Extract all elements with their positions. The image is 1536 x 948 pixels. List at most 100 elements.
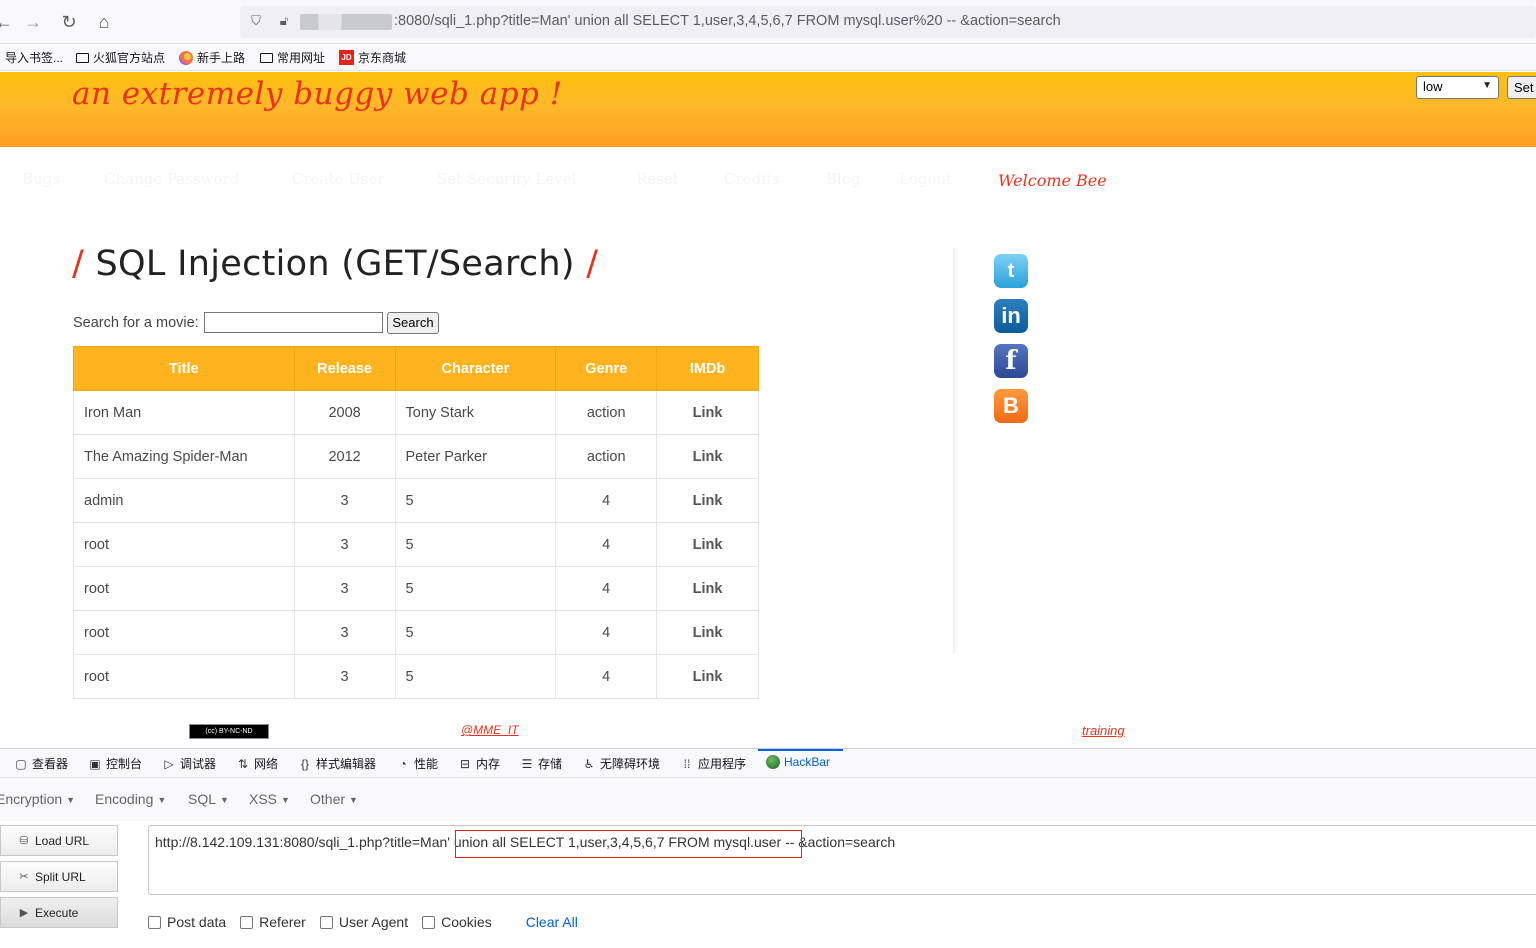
twitter-icon[interactable]: t — [994, 254, 1028, 288]
footer-twitter-link[interactable]: @MME_IT — [461, 723, 519, 737]
url-text[interactable]: :8080/sqli_1.php?title=Man' union all SE… — [394, 13, 1061, 29]
bookmark-import[interactable]: 导入书签... — [5, 49, 63, 66]
imdb-link[interactable]: Link — [656, 566, 759, 611]
checkbox[interactable] — [240, 915, 254, 929]
security-level-select[interactable]: low ▼ — [1416, 76, 1499, 99]
checkbox[interactable] — [422, 915, 436, 929]
tab-application[interactable]: ⁞⁞ 应用程序 — [680, 755, 746, 772]
reload-icon[interactable]: ↻ — [57, 10, 81, 34]
folder-icon — [76, 52, 89, 63]
menu-encryption[interactable]: Encryption ▼ — [0, 791, 75, 807]
option-label: Referer — [259, 914, 306, 930]
bookmark-jd[interactable]: JD 京东商城 — [339, 49, 406, 66]
cell-title: The Amazing Spider-Man — [73, 434, 295, 479]
bookmark-common-sites[interactable]: 常用网址 — [260, 49, 325, 66]
imdb-link[interactable]: Link — [656, 654, 759, 699]
devtools-tabs: ▢ 查看器 ▣ 控制台 ▷ 调试器 ⇅ 网络 {} 样式编辑器 ◔ 性能 ⊟ 内存 ☰ 存储 ♿… — [0, 749, 1536, 778]
cell-release: 3 — [293, 566, 396, 611]
load-url-button[interactable]: ⛁ Load URL — [0, 825, 118, 856]
imdb-link[interactable]: Link — [656, 522, 759, 567]
execute-button[interactable]: ▶ Execute — [0, 897, 118, 928]
bookmark-label: 导入书签... — [5, 51, 64, 65]
movie-table: Title Release Character Genre IMDb Iron … — [73, 346, 759, 699]
tab-label: 性能 — [414, 757, 439, 771]
tab-label: 控制台 — [106, 757, 143, 771]
tab-accessibility[interactable]: ♿︎ 无障碍环境 — [582, 755, 660, 772]
cell-release: 3 — [293, 522, 396, 567]
cell-character: 5 — [394, 522, 557, 567]
search-input[interactable] — [204, 312, 383, 333]
search-button[interactable]: Search — [387, 312, 439, 334]
tab-label: 无障碍环境 — [600, 757, 661, 771]
imdb-link[interactable]: Link — [656, 390, 759, 435]
menu-sql[interactable]: SQL ▼ — [188, 791, 229, 807]
imdb-link[interactable]: Link — [656, 478, 759, 523]
cell-release: 3 — [293, 478, 396, 523]
address-bar[interactable]: ⛉ 🔓︎ :8080/sqli_1.php?title=Man' union a… — [240, 6, 1536, 38]
cell-genre: action — [555, 434, 658, 479]
facebook-icon[interactable]: f — [994, 344, 1028, 378]
imdb-link[interactable]: Link — [656, 610, 759, 655]
linkedin-icon[interactable]: in — [994, 299, 1028, 333]
menu-label: SQL — [188, 791, 217, 807]
tab-performance[interactable]: ◔ 性能 — [396, 755, 438, 772]
heading-slash: / — [574, 244, 599, 284]
imdb-link[interactable]: Link — [656, 434, 759, 479]
cookies-checkbox[interactable]: Cookies — [422, 914, 492, 930]
back-icon[interactable]: ← — [0, 10, 16, 34]
menu-other[interactable]: Other ▼ — [310, 791, 358, 807]
shield-icon[interactable]: ⛉ — [248, 13, 264, 29]
menu-logout[interactable]: Logout — [899, 170, 952, 188]
menu-change-password[interactable]: Change Password — [104, 170, 239, 188]
menu-xss[interactable]: XSS ▼ — [249, 791, 290, 807]
tab-inspector[interactable]: ▢ 查看器 — [14, 755, 68, 772]
tab-storage[interactable]: ☰ 存储 — [520, 755, 562, 772]
blogger-icon[interactable]: B — [994, 389, 1028, 423]
column-header: Release — [293, 346, 396, 391]
post-data-checkbox[interactable]: Post data — [148, 914, 226, 930]
insecure-lock-icon[interactable]: 🔓︎ — [276, 13, 292, 29]
bookmark-getting-started[interactable]: 新手上路 — [179, 49, 245, 66]
menu-credits[interactable]: Credits — [724, 170, 780, 188]
button-label: Execute — [35, 905, 79, 920]
menu-blog[interactable]: Blog — [826, 170, 860, 188]
tab-label: 样式编辑器 — [316, 757, 377, 771]
caret-down-icon: ▼ — [157, 795, 167, 806]
tab-memory[interactable]: ⊟ 内存 — [458, 755, 500, 772]
menu-encoding[interactable]: Encoding ▼ — [95, 791, 166, 807]
tab-style-editor[interactable]: {} 样式编辑器 — [298, 755, 376, 772]
split-url-button[interactable]: ✂ Split URL — [0, 861, 118, 892]
menu-reset[interactable]: Reset — [636, 170, 679, 188]
clear-all-link[interactable]: Clear All — [526, 914, 578, 930]
tab-debugger[interactable]: ▷ 调试器 — [162, 755, 216, 772]
tab-console[interactable]: ▣ 控制台 — [88, 755, 142, 772]
checkbox[interactable] — [319, 915, 333, 929]
bookmark-firefox-site[interactable]: 火狐官方站点 — [76, 49, 165, 66]
user-agent-checkbox[interactable]: User Agent — [319, 914, 408, 930]
cell-character: 5 — [394, 654, 557, 699]
memory-icon: ⊟ — [459, 756, 471, 771]
tab-hackbar[interactable]: HackBar — [766, 755, 830, 769]
cell-genre: 4 — [555, 522, 658, 567]
menu-set-security-level[interactable]: Set Security Level — [437, 170, 576, 188]
cell-character: Peter Parker — [394, 434, 557, 479]
hackbar-options: Post data Referer User Agent Cookies Cle… — [148, 911, 578, 933]
chevron-down-icon: ▼ — [1482, 80, 1492, 91]
bookmark-label: 火狐官方站点 — [93, 51, 166, 65]
footer-training-link[interactable]: training — [1082, 723, 1125, 738]
cc-license-badge[interactable]: (cc) BY-NC-ND — [189, 724, 269, 739]
menu-create-user[interactable]: Create User — [292, 170, 385, 188]
menu-bugs[interactable]: Bugs — [22, 170, 60, 188]
checkbox[interactable] — [148, 915, 161, 929]
tab-network[interactable]: ⇅ 网络 — [236, 755, 278, 772]
home-icon[interactable]: ⌂ — [92, 10, 116, 34]
table-row: root 3 5 4 Link — [73, 610, 759, 655]
hackbar-url-textarea[interactable]: http://8.142.109.131:8080/sqli_1.php?tit… — [148, 825, 1536, 895]
set-button[interactable]: Set — [1507, 76, 1536, 99]
referer-checkbox[interactable]: Referer — [240, 914, 306, 930]
cell-genre: 4 — [555, 566, 658, 611]
style-editor-icon: {} — [300, 756, 309, 771]
forward-icon[interactable]: → — [21, 10, 45, 34]
cell-genre: 4 — [555, 610, 658, 655]
cell-genre: action — [555, 390, 658, 435]
